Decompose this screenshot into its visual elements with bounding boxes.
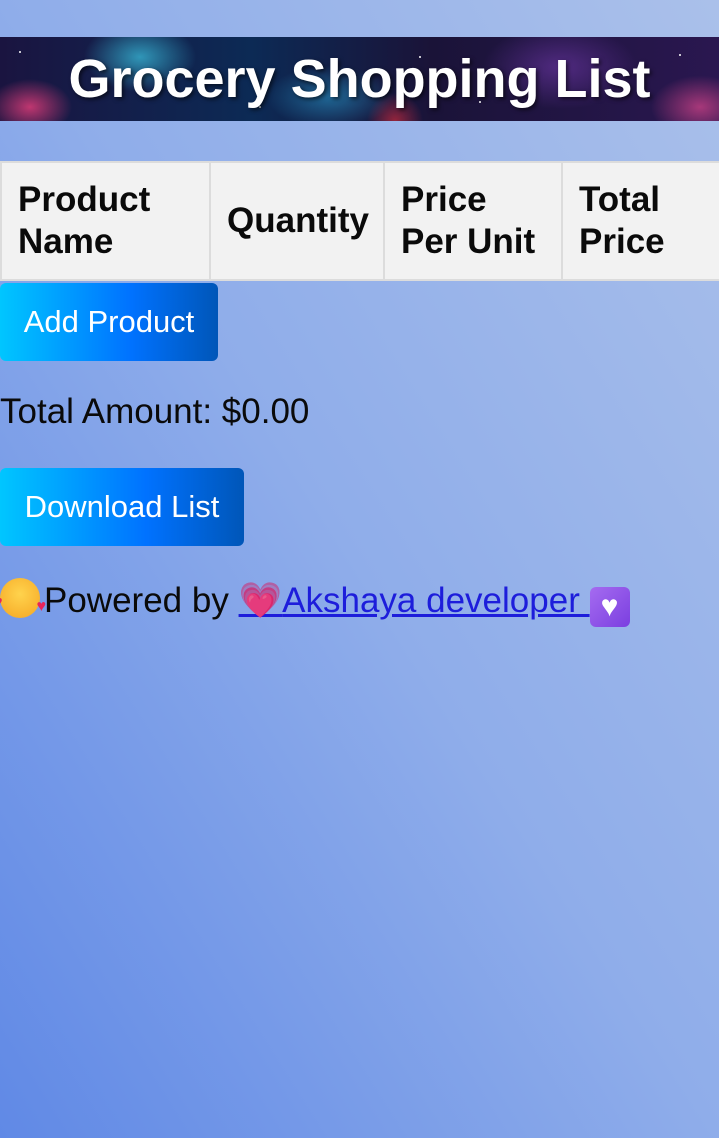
column-header-quantity: Quantity [209,161,385,281]
smiling-face-with-hearts-icon [0,578,46,618]
product-table: Product Name Quantity Price Per Unit Tot… [0,161,719,281]
pink-heart-icon: 💗 [238,581,283,621]
add-product-button[interactable]: Add Product [0,283,218,361]
developer-link[interactable]: 💗Akshaya developer ♥ [238,581,630,627]
column-header-total-price: Total Price [561,161,719,281]
column-header-product-name: Product Name [0,161,211,281]
total-amount: Total Amount: $0.00 [0,392,310,431]
download-list-button[interactable]: Download List [0,468,244,546]
powered-by-text: Powered by [44,581,239,620]
white-heart-icon: ♥ [589,587,630,627]
header-banner: Grocery Shopping List [0,37,719,121]
footer-credit: Powered by 💗Akshaya developer ♥ [0,578,630,627]
column-header-price-per-unit: Price Per Unit [383,161,563,281]
developer-link-text: Akshaya developer [282,581,590,620]
table-header-row: Product Name Quantity Price Per Unit Tot… [0,161,719,281]
page-title: Grocery Shopping List [68,49,651,109]
